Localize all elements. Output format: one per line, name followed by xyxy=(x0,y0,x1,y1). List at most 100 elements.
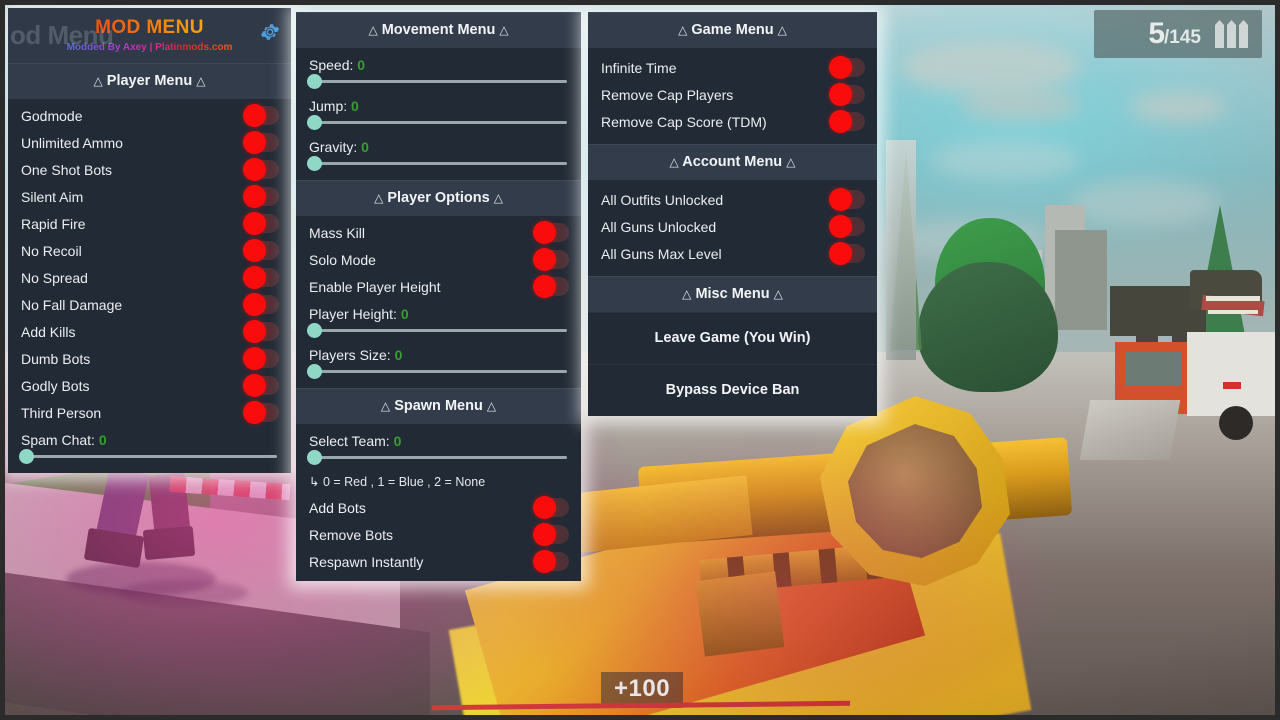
toggle-switch[interactable] xyxy=(829,215,865,238)
toggle-switch[interactable] xyxy=(533,221,569,244)
slider-handle[interactable] xyxy=(307,323,322,338)
slider-track[interactable] xyxy=(307,450,567,465)
toggle-row[interactable]: Silent Aim xyxy=(8,183,291,210)
toggle-switch[interactable] xyxy=(533,496,569,519)
toggle-row[interactable]: Dumb Bots xyxy=(8,345,291,372)
row-label: Remove Cap Players xyxy=(601,86,734,103)
toggle-switch[interactable] xyxy=(829,188,865,211)
toggle-switch[interactable] xyxy=(243,212,279,235)
toggle-switch[interactable] xyxy=(243,239,279,262)
toggle-knob xyxy=(829,83,852,106)
slider-value: 0 xyxy=(357,56,366,73)
toggle-row[interactable]: Remove Bots xyxy=(296,521,581,548)
toggle-switch[interactable] xyxy=(243,374,279,397)
section-header-player-options[interactable]: △ Player Options △ xyxy=(296,180,581,216)
toggle-switch[interactable] xyxy=(243,293,279,316)
slider-wrap[interactable] xyxy=(296,156,581,174)
toggle-row[interactable]: Add Kills xyxy=(8,318,291,345)
section-header-game-menu[interactable]: △ Game Menu △ xyxy=(588,12,877,48)
slider-handle[interactable] xyxy=(19,449,34,464)
slider-wrap[interactable] xyxy=(296,450,581,468)
section-header-movement-menu[interactable]: △ Movement Menu △ xyxy=(296,12,581,48)
row-label: Speed: 0 xyxy=(309,57,365,73)
toggle-row[interactable]: One Shot Bots xyxy=(8,156,291,183)
toggle-row[interactable]: Rapid Fire xyxy=(8,210,291,237)
toggle-switch[interactable] xyxy=(533,550,569,573)
toggle-row[interactable]: Mass Kill xyxy=(296,219,581,246)
row-label: Godmode xyxy=(21,107,83,124)
toggle-knob xyxy=(243,104,266,127)
toggle-knob xyxy=(533,248,556,271)
toggle-row[interactable]: No Fall Damage xyxy=(8,291,291,318)
slider-track[interactable] xyxy=(307,74,567,89)
toggle-switch[interactable] xyxy=(533,523,569,546)
section-header-account-menu[interactable]: △ Account Menu △ xyxy=(588,144,877,180)
toggle-switch[interactable] xyxy=(243,347,279,370)
toggle-row[interactable]: Infinite Time xyxy=(588,54,877,81)
toggle-switch[interactable] xyxy=(829,242,865,265)
slider-wrap[interactable] xyxy=(296,323,581,341)
triangle-icon: △ xyxy=(196,74,206,88)
triangle-icon: △ xyxy=(93,74,103,88)
slider-handle[interactable] xyxy=(307,156,322,171)
section-header-spawn-menu[interactable]: △ Spawn Menu △ xyxy=(296,388,581,424)
cloud xyxy=(1130,92,1226,122)
triangle-icon: △ xyxy=(374,191,384,205)
toggle-row[interactable]: Respawn Instantly xyxy=(296,548,581,575)
toggle-switch[interactable] xyxy=(243,104,279,127)
toggle-row[interactable]: Third Person xyxy=(8,399,291,426)
slider-handle[interactable] xyxy=(307,74,322,89)
toggle-row[interactable]: Enable Player Height xyxy=(296,273,581,300)
toggle-row[interactable]: Remove Cap Players xyxy=(588,81,877,108)
slider-track[interactable] xyxy=(307,156,567,171)
toggle-switch[interactable] xyxy=(829,110,865,133)
slider-wrap[interactable] xyxy=(8,449,291,467)
slider-wrap[interactable] xyxy=(296,364,581,382)
toggle-row[interactable]: All Guns Unlocked xyxy=(588,213,877,240)
slider-value: 0 xyxy=(394,346,403,363)
slider-track[interactable] xyxy=(307,364,567,379)
slider-handle[interactable] xyxy=(307,364,322,379)
toggle-switch[interactable] xyxy=(243,158,279,181)
toggle-switch[interactable] xyxy=(243,401,279,424)
gear-icon[interactable] xyxy=(259,21,281,43)
toggle-switch[interactable] xyxy=(243,266,279,289)
toggle-row[interactable]: Add Bots xyxy=(296,494,581,521)
row-label: Unlimited Ammo xyxy=(21,134,123,151)
toggle-row[interactable]: Godly Bots xyxy=(8,372,291,399)
slider-track[interactable] xyxy=(19,449,277,464)
toggle-row[interactable]: All Outfits Unlocked xyxy=(588,186,877,213)
toggle-switch[interactable] xyxy=(243,131,279,154)
slider-wrap[interactable] xyxy=(296,74,581,92)
toggle-switch[interactable] xyxy=(533,248,569,271)
toggle-row[interactable]: Solo Mode xyxy=(296,246,581,273)
bypass-device-ban-button[interactable]: Bypass Device Ban xyxy=(588,364,877,416)
toggle-row[interactable]: Remove Cap Score (TDM) xyxy=(588,108,877,135)
toggle-row[interactable]: Godmode xyxy=(8,102,291,129)
toggle-row[interactable]: All Guns Max Level xyxy=(588,240,877,267)
slider-wrap[interactable] xyxy=(296,115,581,133)
leave-game-button[interactable]: Leave Game (You Win) xyxy=(588,312,877,364)
toggle-row[interactable]: No Spread xyxy=(8,264,291,291)
toggle-knob xyxy=(243,212,266,235)
cloud xyxy=(900,40,1080,94)
section-header-player-menu[interactable]: △ Player Menu △ xyxy=(8,63,291,99)
player-shadow xyxy=(118,580,248,606)
slider-handle[interactable] xyxy=(307,115,322,130)
toggle-knob xyxy=(829,242,852,265)
row-label: No Fall Damage xyxy=(21,296,123,313)
row-label: All Guns Max Level xyxy=(601,245,722,262)
slider-track[interactable] xyxy=(307,323,567,338)
toggle-switch[interactable] xyxy=(243,320,279,343)
slider-track[interactable] xyxy=(307,115,567,130)
section-header-misc-menu[interactable]: △ Misc Menu △ xyxy=(588,276,877,312)
toggle-row[interactable]: Unlimited Ammo xyxy=(8,129,291,156)
toggle-row[interactable]: No Recoil xyxy=(8,237,291,264)
toggle-switch[interactable] xyxy=(829,56,865,79)
slider-handle[interactable] xyxy=(307,450,322,465)
toggle-switch[interactable] xyxy=(829,83,865,106)
toggle-knob xyxy=(829,215,852,238)
toggle-switch[interactable] xyxy=(533,275,569,298)
triangle-icon: △ xyxy=(380,399,391,413)
toggle-switch[interactable] xyxy=(243,185,279,208)
